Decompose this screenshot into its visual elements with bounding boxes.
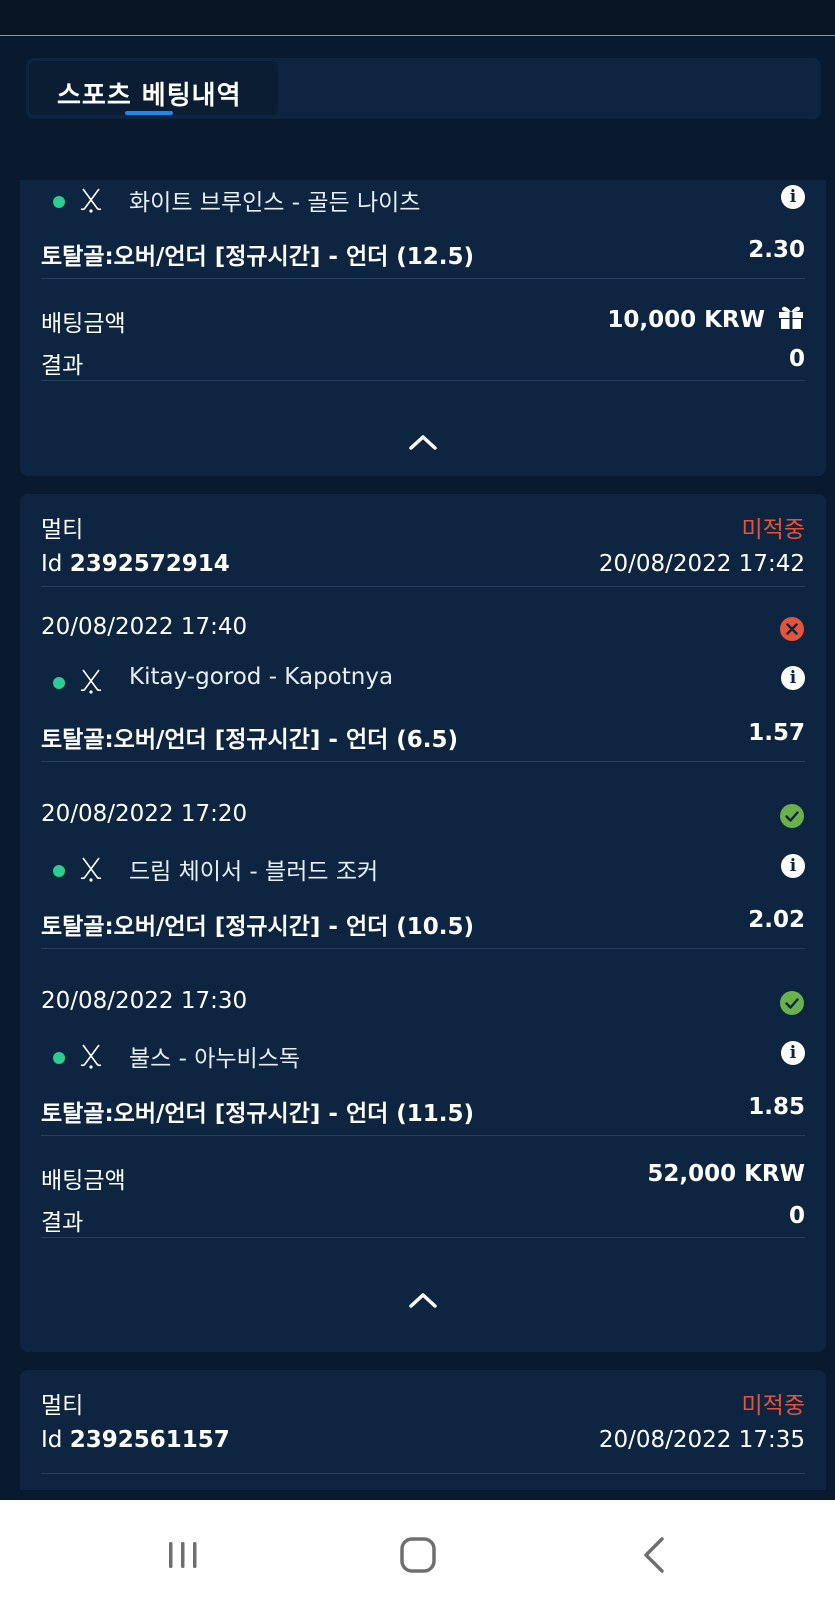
market-label: 토탈골:오버/언더 [정규시간] - 언더 (11.5): [41, 1101, 475, 1127]
tab-active-indicator: [125, 111, 173, 115]
id-prefix: Id: [41, 551, 63, 577]
id-prefix: Id: [41, 1427, 63, 1453]
divider: [41, 1237, 805, 1238]
result-row: 결과 0: [41, 1203, 805, 1237]
divider: [41, 761, 805, 762]
bet-card: 멀티 미적중 Id 2392561157 20/08/2022 17:35: [20, 1370, 826, 1490]
divider: [41, 586, 805, 587]
bet-header-row: 멀티 미적중: [41, 1386, 805, 1420]
hockey-sticks-icon: [80, 857, 102, 882]
result-value: 0: [788, 346, 805, 372]
hockey-sticks-icon: [80, 1044, 102, 1069]
id-value: 2392561157: [69, 1427, 230, 1453]
chevron-up-icon[interactable]: [403, 430, 443, 454]
event-row: 불스 - 아누비스독 i: [41, 1039, 805, 1073]
gift-icon[interactable]: [777, 304, 805, 330]
market-label: 토탈골:오버/언더 [정규시간] - 언더 (12.5): [41, 244, 475, 270]
event-name: 불스 - 아누비스독: [129, 1046, 301, 1072]
bet-header-row: 멀티 미적중: [41, 510, 805, 544]
system-nav-bar: [0, 1500, 835, 1600]
bet-datetime: 20/08/2022 17:42: [598, 551, 805, 577]
chevron-up-icon[interactable]: [403, 1288, 443, 1312]
bet-datetime: 20/08/2022 17:35: [598, 1427, 805, 1453]
leg-datetime: 20/08/2022 17:20: [41, 801, 248, 827]
stake-row: 배팅금액 10,000 KRW: [41, 304, 805, 338]
home-icon[interactable]: [393, 1530, 443, 1580]
live-dot-icon: [53, 865, 65, 877]
stake-value: 52,000 KRW: [647, 1161, 805, 1187]
stake-row: 배팅금액 52,000 KRW: [41, 1161, 805, 1195]
event-name: Kitay-gorod - Kapotnya: [129, 664, 394, 690]
live-dot-icon: [53, 1052, 65, 1064]
divider: [41, 948, 805, 949]
stake-value-wrap: 10,000 KRW: [607, 304, 805, 333]
bet-id: Id 2392572914: [41, 551, 230, 577]
bet-id-row: Id 2392572914 20/08/2022 17:42: [41, 551, 805, 585]
won-icon: [779, 990, 805, 1016]
market-row: 토탈골:오버/언더 [정규시간] - 언더 (11.5) 1.85: [41, 1094, 805, 1128]
event-row: 화이트 브루인스 - 골든 나이츠 i: [41, 183, 805, 217]
market-label: 토탈골:오버/언더 [정규시간] - 언더 (10.5): [41, 914, 475, 940]
divider: [41, 1473, 805, 1474]
leg-header-row: 20/08/2022 17:20: [41, 801, 805, 835]
live-dot-icon: [53, 677, 65, 689]
status-bar: [0, 0, 835, 36]
info-icon[interactable]: i: [781, 185, 805, 209]
market-row: 토탈골:오버/언더 [정규시간] - 언더 (10.5) 2.02: [41, 907, 805, 941]
bet-card: 화이트 브루인스 - 골든 나이츠 i 토탈골:오버/언더 [정규시간] - 언…: [20, 180, 826, 476]
result-row: 결과 0: [41, 346, 805, 380]
bet-id-row: Id 2392561157 20/08/2022 17:35: [41, 1427, 805, 1461]
result-label: 결과: [41, 353, 84, 379]
tab-bar: 스포츠 베팅내역: [26, 58, 821, 119]
event-row: 드림 체이서 - 블러드 조커 i: [41, 852, 805, 886]
lost-icon: [779, 616, 805, 642]
leg-datetime: 20/08/2022 17:40: [41, 614, 248, 640]
back-icon[interactable]: [630, 1530, 680, 1580]
market-row: 토탈골:오버/언더 [정규시간] - 언더 (12.5) 2.30: [41, 237, 805, 271]
info-icon[interactable]: i: [781, 854, 805, 878]
divider: [41, 1135, 805, 1136]
recents-icon[interactable]: [158, 1530, 208, 1580]
tab-label: 스포츠 베팅내역: [57, 81, 242, 111]
live-dot-icon: [53, 196, 65, 208]
stake-label: 배팅금액: [41, 1168, 126, 1194]
info-icon[interactable]: i: [781, 666, 805, 690]
tab-sports-betting-history[interactable]: 스포츠 베팅내역: [29, 61, 278, 115]
bet-status: 미적중: [741, 1393, 805, 1419]
odds-value: 2.02: [748, 907, 805, 933]
result-label: 결과: [41, 1210, 84, 1236]
hockey-sticks-icon: [80, 669, 102, 694]
bet-type: 멀티: [41, 517, 84, 543]
event-name: 화이트 브루인스 - 골든 나이츠: [129, 190, 421, 216]
odds-value: 1.85: [748, 1094, 805, 1120]
event-name: 드림 체이서 - 블러드 조커: [129, 859, 379, 885]
stake-value: 10,000 KRW: [607, 307, 765, 333]
leg-header-row: 20/08/2022 17:40: [41, 614, 805, 648]
hockey-sticks-icon: [80, 188, 102, 213]
info-icon[interactable]: i: [781, 1041, 805, 1065]
bet-card: 멀티 미적중 Id 2392572914 20/08/2022 17:42 20…: [20, 494, 826, 1352]
leg-header-row: 20/08/2022 17:30: [41, 988, 805, 1022]
result-value: 0: [788, 1203, 805, 1229]
bet-type: 멀티: [41, 1393, 84, 1419]
odds-value: 1.57: [748, 720, 805, 746]
event-row: Kitay-gorod - Kapotnya i: [41, 664, 805, 698]
leg-datetime: 20/08/2022 17:30: [41, 988, 248, 1014]
market-label: 토탈골:오버/언더 [정규시간] - 언더 (6.5): [41, 727, 459, 753]
bet-id: Id 2392561157: [41, 1427, 230, 1453]
stake-label: 배팅금액: [41, 311, 126, 337]
odds-value: 2.30: [748, 237, 805, 263]
id-value: 2392572914: [69, 551, 230, 577]
won-icon: [779, 803, 805, 829]
divider: [41, 278, 805, 279]
market-row: 토탈골:오버/언더 [정규시간] - 언더 (6.5) 1.57: [41, 720, 805, 754]
bet-status: 미적중: [741, 517, 805, 543]
divider: [41, 380, 805, 381]
